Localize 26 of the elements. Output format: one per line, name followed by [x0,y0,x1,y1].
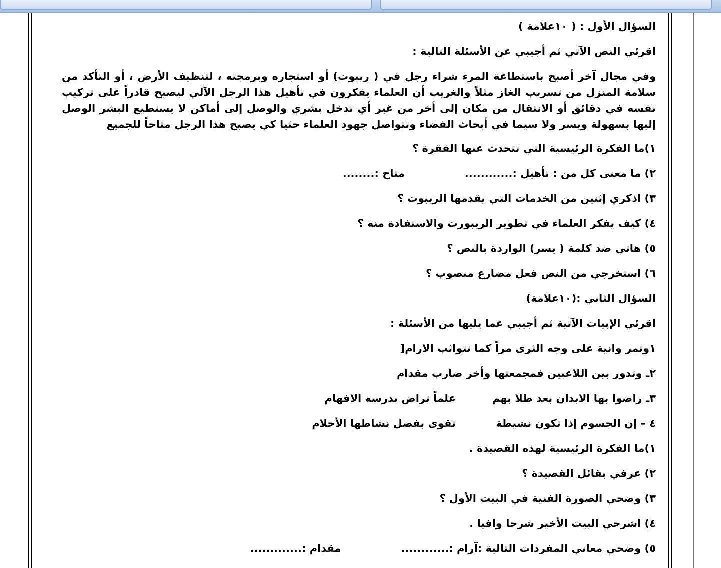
question-text: ١وتمر وانية على وجه الثرى مراً كما تتواثب الارام[ [399,340,656,357]
question-text: ٣) اذكري إثنين من الخدمات التي يقدمها الريبوت ؟ [396,192,656,207]
question-text: ٤) كيف يفكر العلماء في تطوير الريبورت والاستفادة منه ؟ [356,217,656,232]
ribbon-tab[interactable] [0,0,372,10]
instruction-text: اقرئي الإبيات الآتية ثم أجيبي عما يليها من الأسئلة : [389,316,656,332]
question-text: ٢) ما معنى كل من : تأهيل :............ [464,166,656,182]
verse-hemistich: ٤ – إن الجسوم إذا تكون نشيطة [495,417,656,432]
verse-hemistich: علماً تراض بدرسه الافهام [324,390,456,407]
question-text: ٥) وضحي معاني المفردات التالية :آرام :............ [401,541,656,557]
question-text: متاح :........ [342,167,405,182]
question-text: ٤) اشرحي البيت الأخير شرحا وافيا . [468,516,656,532]
verse-hemistich: تقوى بفضل نشاطها الأحلام [312,416,456,432]
section-heading: السؤال الأول : ( ١٠علامة ) [518,19,656,35]
ribbon-tab[interactable] [380,0,712,10]
instruction-text: اقرئي النص الآتي ثم أجيبي عن الأسئلة التالية : [412,44,656,60]
verse-hemistich: ٣ـ راضوا بها الابدان بعد طلا بهم [491,392,656,407]
passage-paragraph: وفي مجال آخر أصبح باستطاعة المرء شراء رجل في ( ريبوت) أو استجاره وبرمجته ، لتنظيف الأرض ، أو التأكد من سلامة المنزل من تسريب الغاز مثلاً والغريب أن العلماء يفكرون في تأهيل هذا الرجل الآلي ليصبح قادراً على تركيب نفسه في دقائق أو الانتقال من مكان إلى أخر من غير أي تدخل بشري والوصل إلى أماكن لا يستطيع البشر الوصل إليها بسهولة ويسر ولا سيما في أبحاث الفضاء وتتواصل جهود العلماء حثيا كي يصبح هذا الرجل متاحاً للجميع [62,69,656,133]
section-heading: السؤال الثاني :(١٠علامة) [525,292,656,307]
question-text: ٣) وضحي الصورة الفنية في البيت الأول ؟ [438,491,656,507]
question-text: ٦) استخرجي من النص فعل مضارع منصوب ؟ [425,267,656,282]
question-text: مقدام :............. [250,542,342,557]
question-text: ٢) عرفي بقائل القصيدة ؟ [521,467,656,482]
question-text: ٢ـ وتدور بين اللاعبين فمجمعتها وأخر ضارب مقدام [396,366,656,382]
question-text: ٥) هاتي ضد كلمة ( يسر) الواردة بالنص ؟ [446,242,656,257]
question-text: ١)ما الفكرة الرئيسية التي تتحدث عنها الفقرة ؟ [411,142,656,157]
question-text: ١)ما الفكرة الرئيسية لهذه القصيدة . [468,442,656,457]
